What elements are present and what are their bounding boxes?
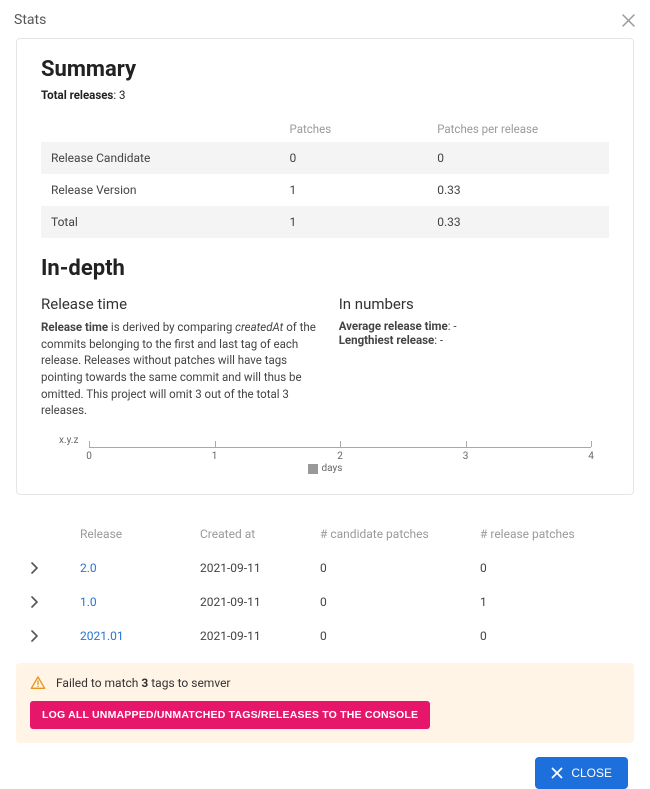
release-link[interactable]: 2021.01 — [80, 629, 200, 643]
chart-y-category: x.y.z — [59, 435, 78, 446]
modal-footer: CLOSE — [12, 743, 638, 789]
summary-card: Summary Total releases: 3 Patches Patche… — [16, 38, 634, 495]
tick-label: 0 — [86, 451, 92, 462]
row-per: 0 — [427, 142, 609, 174]
row-label: Release Version — [41, 174, 280, 206]
legend-label: days — [322, 463, 343, 474]
summary-heading: Summary — [41, 57, 609, 82]
tick-label: 2 — [337, 451, 343, 462]
desc-italic: createdAt — [235, 320, 283, 334]
tick-label: 4 — [588, 451, 594, 462]
row-patches: 0 — [280, 142, 428, 174]
modal-title: Stats — [14, 12, 46, 28]
tick-label: 3 — [463, 451, 469, 462]
desc-bold: Release time — [41, 320, 108, 334]
in-numbers-heading: In numbers — [339, 295, 609, 313]
desc-text: of the commits belonging to the first an… — [41, 320, 316, 417]
row-per: 0.33 — [427, 174, 609, 206]
candidate-patches: 0 — [320, 595, 470, 609]
indepth-heading: In-depth — [41, 256, 609, 281]
summary-table: Patches Patches per release Release Cand… — [41, 116, 609, 238]
warning-box: Failed to match 3 tags to semver LOG ALL… — [16, 663, 634, 743]
avg-release-time: Average release time: - — [339, 319, 609, 333]
table-row: Release Candidate 0 0 — [41, 142, 609, 174]
stats-modal: Stats Summary Total releases: 3 Patches … — [0, 0, 650, 789]
modal-header: Stats — [12, 12, 638, 38]
tick-label: 1 — [212, 451, 218, 462]
created-at: 2021-09-11 — [200, 629, 320, 643]
release-row: 1.0 2021-09-11 0 1 — [16, 585, 634, 619]
row-label: Release Candidate — [41, 142, 280, 174]
release-table-header: Release Created at # candidate patches #… — [16, 517, 634, 551]
release-row: 2021.01 2021-09-11 0 0 — [16, 619, 634, 653]
warning-message: Failed to match 3 tags to semver — [30, 675, 620, 691]
close-icon[interactable] — [621, 13, 636, 28]
chevron-right-icon[interactable] — [30, 562, 80, 574]
created-at: 2021-09-11 — [200, 595, 320, 609]
warning-text: Failed to match 3 tags to semver — [56, 676, 231, 690]
release-link[interactable]: 2.0 — [80, 561, 200, 575]
col-per-release: Patches per release — [427, 116, 609, 142]
release-time-chart: x.y.z 0 1 2 3 4 days — [41, 439, 609, 474]
chart-legend: days — [59, 463, 591, 474]
release-patches: 0 — [470, 629, 620, 643]
col-release-patches: # release patches — [470, 527, 620, 541]
table-row: Total 1 0.33 — [41, 206, 609, 238]
release-row: 2.0 2021-09-11 0 0 — [16, 551, 634, 585]
release-patches: 1 — [470, 595, 620, 609]
total-releases: Total releases: 3 — [41, 88, 609, 102]
close-icon — [551, 767, 563, 779]
lengthiest-release: Lengthiest release: - — [339, 333, 609, 347]
stat-value: - — [453, 319, 456, 333]
created-at: 2021-09-11 — [200, 561, 320, 575]
col-created: Created at — [200, 527, 320, 541]
release-time-desc: Release time is derived by comparing cre… — [41, 319, 317, 419]
axis-line — [89, 447, 591, 448]
warning-icon — [30, 675, 46, 691]
candidate-patches: 0 — [320, 629, 470, 643]
col-release: Release — [80, 527, 200, 541]
release-table: Release Created at # candidate patches #… — [16, 517, 634, 653]
total-releases-value: 3 — [119, 88, 125, 102]
release-patches: 0 — [470, 561, 620, 575]
table-row: Release Version 1 0.33 — [41, 174, 609, 206]
stat-value: - — [440, 333, 443, 347]
release-time-col: Release time Release time is derived by … — [41, 295, 317, 419]
row-label: Total — [41, 206, 280, 238]
stat-label: Average release time — [339, 319, 448, 333]
row-patches: 1 — [280, 206, 428, 238]
release-time-heading: Release time — [41, 295, 317, 313]
release-link[interactable]: 1.0 — [80, 595, 200, 609]
total-releases-label: Total releases — [41, 88, 113, 102]
stat-label: Lengthiest release — [339, 333, 435, 347]
chevron-right-icon[interactable] — [30, 630, 80, 642]
col-blank — [41, 116, 280, 142]
row-patches: 1 — [280, 174, 428, 206]
close-button[interactable]: CLOSE — [535, 757, 628, 789]
col-candidate: # candidate patches — [320, 527, 470, 541]
indepth-columns: Release time Release time is derived by … — [41, 295, 609, 419]
close-button-label: CLOSE — [571, 766, 612, 780]
desc-text: is derived by comparing — [108, 320, 235, 334]
col-patches: Patches — [280, 116, 428, 142]
row-per: 0.33 — [427, 206, 609, 238]
in-numbers-col: In numbers Average release time: - Lengt… — [339, 295, 609, 419]
log-unmapped-button[interactable]: LOG ALL UNMAPPED/UNMATCHED TAGS/RELEASES… — [30, 701, 430, 729]
chart-axis: x.y.z 0 1 2 3 4 — [89, 439, 591, 457]
legend-swatch-icon — [308, 464, 318, 474]
candidate-patches: 0 — [320, 561, 470, 575]
chevron-right-icon[interactable] — [30, 596, 80, 608]
